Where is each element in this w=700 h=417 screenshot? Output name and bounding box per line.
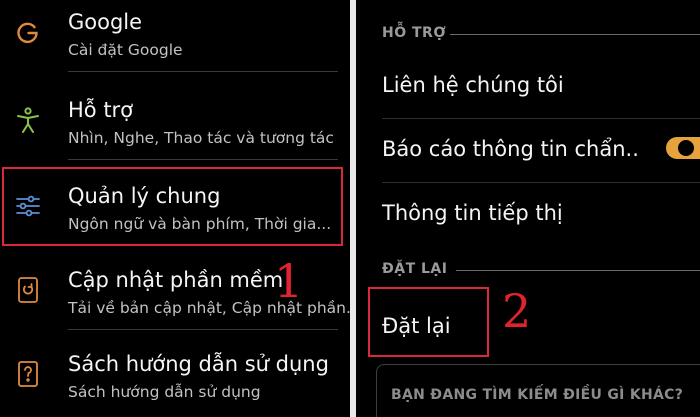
search-suggestion-box[interactable]: BẠN ĐANG TÌM KIẾM ĐIỀU GÌ KHÁC? [376, 364, 700, 417]
accessibility-icon [14, 106, 42, 134]
highlight-box-general-management [2, 167, 343, 246]
section-divider [456, 270, 700, 271]
settings-menu-panel: Google Cài đặt Google Hỗ trợ Nhìn, Nghe,… [0, 0, 350, 417]
menu-item-title: Hỗ trợ [68, 98, 134, 122]
divider [382, 182, 700, 183]
divider [68, 71, 338, 72]
menu-item-subtitle: Cài đặt Google [68, 41, 183, 59]
section-header-reset: ĐẶT LẠI [382, 261, 448, 277]
menu-item-subtitle: Nhìn, Nghe, Thao tác và tương tác [68, 129, 334, 147]
menu-item-title: Google [68, 10, 143, 34]
general-management-panel: HỖ TRỢ Liên hệ chúng tôi Báo cáo thông t… [356, 0, 700, 417]
menu-item-title: Cập nhật phần mềm [68, 268, 284, 292]
toggle-knob [678, 140, 694, 156]
divider [382, 118, 700, 119]
menu-item-subtitle: Tải về bản cập nhật, Cập nhật phần... [68, 299, 350, 317]
diagnostic-report-item[interactable]: Báo cáo thông tin chẩn.. [382, 137, 639, 161]
step-number-2: 2 [502, 284, 532, 338]
software-update-icon [14, 276, 42, 304]
diagnostic-report-toggle[interactable] [666, 137, 700, 159]
highlight-box-reset [368, 287, 489, 357]
contact-us-item[interactable]: Liên hệ chúng tôi [382, 73, 564, 97]
marketing-info-item[interactable]: Thông tin tiếp thị [382, 201, 563, 225]
search-suggestion-text: BẠN ĐANG TÌM KIẾM ĐIỀU GÌ KHÁC? [391, 387, 684, 403]
menu-item-user-manual[interactable]: Sách hướng dẫn sử dụng Sách hướng dẫn sử… [0, 334, 350, 414]
section-divider [450, 34, 700, 35]
menu-item-subtitle: Sách hướng dẫn sử dụng [68, 383, 261, 401]
divider [68, 329, 338, 330]
step-number-1: 1 [274, 254, 304, 308]
menu-item-title: Sách hướng dẫn sử dụng [68, 352, 329, 376]
divider [68, 159, 338, 160]
manual-icon [14, 360, 42, 388]
google-icon [14, 18, 42, 46]
section-header-support: HỖ TRỢ [382, 25, 447, 41]
menu-item-google[interactable]: Google Cài đặt Google [0, 0, 350, 72]
menu-item-accessibility[interactable]: Hỗ trợ Nhìn, Nghe, Thao tác và tương tác [0, 80, 350, 160]
